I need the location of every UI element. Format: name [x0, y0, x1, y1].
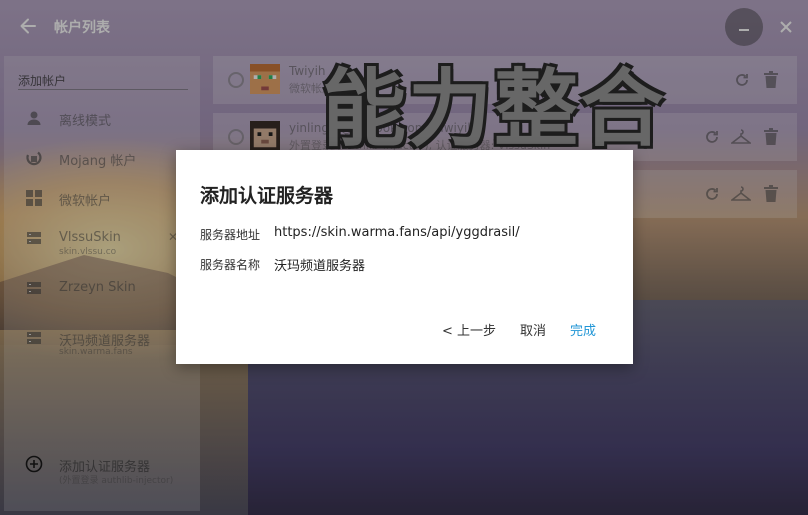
previous-step-button[interactable]: < 上一步 [442, 320, 496, 339]
server-address-label: 服务器地址 [200, 228, 261, 242]
add-auth-server-dialog: 添加认证服务器 服务器地址 https://skin.warma.fans/ap… [176, 150, 633, 364]
dialog-title: 添加认证服务器 [200, 185, 334, 207]
cancel-button[interactable]: 取消 [520, 320, 546, 339]
server-name-value: 沃玛频道服务器 [274, 259, 366, 274]
server-name-label: 服务器名称 [200, 258, 261, 272]
finish-button[interactable]: 完成 [570, 320, 596, 339]
server-address-value: https://skin.warma.fans/api/yggdrasil/ [274, 225, 520, 240]
